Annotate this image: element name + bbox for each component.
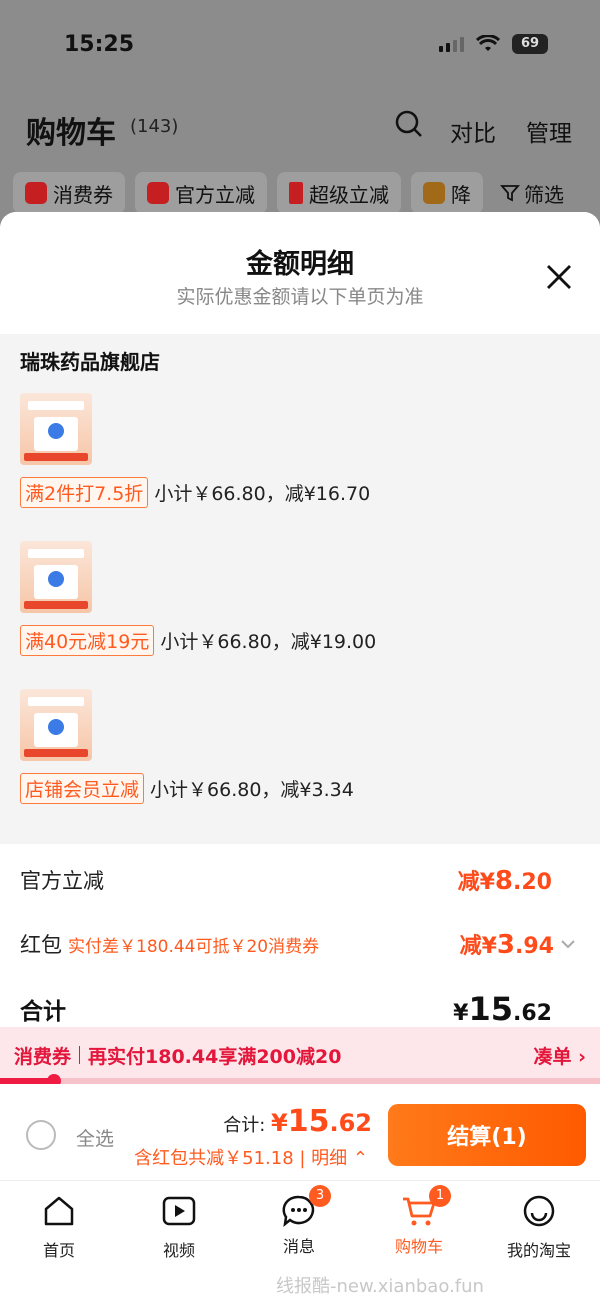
profile-icon	[523, 1195, 555, 1227]
filter-label: 筛选	[524, 182, 564, 207]
battery-indicator: 69	[512, 34, 548, 54]
coupon-progress-bar: 消费券 再实付180.44享满200减20 凑单 ›	[0, 1027, 600, 1083]
cart-badge: 1	[429, 1185, 451, 1207]
official-discount-value: 减¥8.20	[457, 866, 552, 896]
lightning-icon	[147, 182, 169, 204]
promo-tag: 店铺会员立减	[20, 773, 145, 804]
chip-official-discount[interactable]: 官方立减	[135, 172, 267, 214]
compare-button[interactable]: 对比	[450, 114, 496, 148]
total-value: ¥15.62	[453, 990, 552, 1028]
select-all-label[interactable]: 全选	[76, 1124, 114, 1151]
message-icon-wrap: 3	[281, 1185, 331, 1229]
filter-button[interactable]: 筛选	[500, 172, 564, 214]
select-all-radio[interactable]	[26, 1120, 56, 1150]
discount-detail-link[interactable]: 含红包共减￥51.18 | 明细 ⌃	[134, 1144, 368, 1170]
checkout-bar: 全选 合计: ¥15.62 含红包共减￥51.18 | 明细 ⌃ 结算(1)	[0, 1084, 600, 1180]
red-packet-label: 红包	[20, 933, 62, 957]
red-packet-label-group: 红包 实付差￥180.44可抵￥20消费券	[20, 929, 319, 959]
chip-label: 消费券	[53, 182, 113, 207]
list-item: 店铺会员立减 小计￥66.80，减¥3.34	[20, 671, 580, 819]
sheet-subtitle: 实际优惠金额请以下单页为准	[176, 286, 424, 308]
checkout-total: 合计: ¥15.62	[223, 1104, 372, 1139]
product-thumbnail[interactable]	[20, 689, 92, 761]
chevron-down-icon	[561, 940, 575, 949]
cart-icon-wrap: 1	[401, 1185, 451, 1229]
coupon-icon	[25, 182, 47, 204]
tab-label: 我的淘宝	[506, 1241, 571, 1260]
store-section: 瑞珠药品旗舰店 满2件打7.5折 小计￥66.80，减¥16.70 满40元减1…	[0, 334, 600, 819]
status-time: 15:25	[64, 32, 135, 57]
red-packet-hint: 实付差￥180.44可抵￥20消费券	[68, 937, 320, 957]
tab-label: 视频	[162, 1241, 195, 1260]
tab-label: 消息	[282, 1237, 315, 1256]
chip-price-drop[interactable]: 降	[411, 172, 483, 214]
cart-count: (143)	[130, 116, 179, 137]
filter-chips: 消费券 官方立减 超级立减 降	[13, 172, 483, 214]
red-packet-value: 减¥3.94	[459, 930, 554, 960]
divider	[79, 1046, 81, 1064]
sheet-header: 金额明细 实际优惠金额请以下单页为准	[0, 212, 600, 334]
add-items-link[interactable]: 凑单 ›	[534, 1042, 586, 1069]
home-icon	[44, 1196, 74, 1226]
red-packet-row[interactable]: 红包 实付差￥180.44可抵￥20消费券 减¥3.94	[20, 928, 576, 960]
coupon-tag: 消费券	[14, 1045, 72, 1068]
list-item: 满40元减19元 小计￥66.80，减¥19.00	[20, 523, 580, 671]
red-packet-value-group: 减¥3.94	[460, 928, 576, 960]
video-icon	[162, 1196, 196, 1226]
item-calc: 小计￥66.80，减¥16.70	[154, 483, 371, 505]
tab-cart[interactable]: 1 购物车	[369, 1185, 469, 1257]
close-icon[interactable]	[546, 264, 572, 290]
message-badge: 3	[309, 1185, 331, 1207]
checkout-button[interactable]: 结算(1)	[388, 1104, 586, 1166]
amount-detail-sheet: 金额明细 实际优惠金额请以下单页为准 瑞珠药品旗舰店 满2件打7.5折 小计￥6…	[0, 212, 600, 1304]
search-icon[interactable]	[395, 110, 423, 138]
total-label: 合计	[20, 999, 66, 1025]
chip-coupon[interactable]: 消费券	[13, 172, 125, 214]
official-discount-row: 官方立减 减¥8.20	[20, 864, 552, 896]
sheet-title: 金额明细	[246, 249, 354, 280]
item-calc: 小计￥66.80，减¥3.34	[150, 779, 354, 801]
official-discount-label: 官方立减	[20, 869, 104, 893]
tab-video[interactable]: 视频	[129, 1193, 229, 1261]
funnel-icon	[500, 185, 520, 202]
chip-label: 降	[451, 182, 471, 207]
tab-profile[interactable]: 我的淘宝	[489, 1193, 589, 1261]
signal-icon	[439, 36, 464, 52]
store-name: 瑞珠药品旗舰店	[20, 350, 160, 374]
list-item: 满2件打7.5折 小计￥66.80，减¥16.70	[20, 375, 580, 523]
chip-super-discount[interactable]: 超级立减	[277, 172, 401, 214]
manage-button[interactable]: 管理	[526, 114, 572, 148]
cart-page-background: 15:25 69 购物车 (143) 对比 管理 消费券 官方立减 超级立减 降…	[0, 0, 600, 230]
chip-label: 官方立减	[175, 182, 255, 207]
item-calc: 小计￥66.80，减¥19.00	[160, 631, 377, 653]
promo-tag: 满2件打7.5折	[20, 477, 149, 508]
coupon-hint: 再实付180.44享满200减20	[88, 1045, 342, 1068]
price-drop-icon	[423, 182, 445, 204]
total-row: 合计 ¥15.62	[20, 990, 552, 1028]
tab-home[interactable]: 首页	[9, 1193, 109, 1261]
chip-label: 超级立减	[309, 182, 389, 207]
product-thumbnail[interactable]	[20, 393, 92, 465]
tab-label: 首页	[42, 1241, 75, 1260]
status-icons: 69	[439, 34, 548, 54]
promo-tag: 满40元减19元	[20, 625, 155, 656]
tab-messages[interactable]: 3 消息	[249, 1185, 349, 1257]
product-thumbnail[interactable]	[20, 541, 92, 613]
wifi-icon	[476, 35, 500, 51]
page-title: 购物车	[26, 116, 116, 151]
arrow-down-icon	[289, 182, 303, 204]
tab-label: 购物车	[394, 1237, 443, 1256]
watermark: 线报酷-new.xianbao.fun	[276, 1276, 484, 1297]
